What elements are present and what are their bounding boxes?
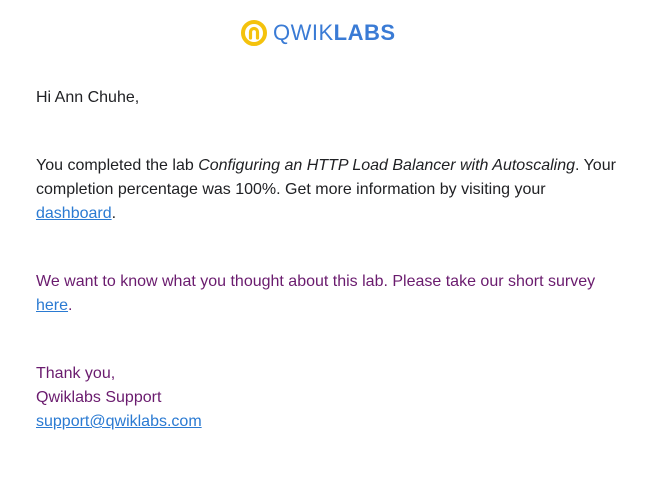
greeting: Hi Ann Chuhe, <box>36 89 140 106</box>
logo-text-qwik: QWIK <box>273 20 334 45</box>
logo-wordmark: QWIKLABS <box>273 18 396 48</box>
signoff-thanks: Thank you, <box>36 365 116 382</box>
qwiklabs-logo-icon <box>241 20 267 46</box>
qwiklabs-logo: QWIKLABS <box>240 18 396 48</box>
signoff-team: Qwiklabs Support <box>36 389 162 406</box>
survey-link[interactable]: here <box>36 297 68 314</box>
survey-suffix: . <box>68 297 73 314</box>
completion-suffix: . <box>111 205 117 222</box>
email-body: Hi Ann Chuhe, You completed the lab Conf… <box>36 86 626 434</box>
survey-message: We want to know what you thought about t… <box>36 270 626 318</box>
completion-prefix: You completed the lab <box>36 157 199 174</box>
support-email-link[interactable]: support@qwiklabs.com <box>36 413 202 430</box>
lab-name: Configuring an HTTP Load Balancer with A… <box>198 157 575 174</box>
dashboard-link[interactable]: dashboard <box>36 205 112 222</box>
logo-text-labs: LABS <box>333 20 396 45</box>
signoff: Thank you, Qwiklabs Support support@qwik… <box>36 362 626 434</box>
completion-message: You completed the lab Configuring an HTT… <box>36 154 626 226</box>
survey-prefix: We want to know what you thought about t… <box>36 273 596 290</box>
